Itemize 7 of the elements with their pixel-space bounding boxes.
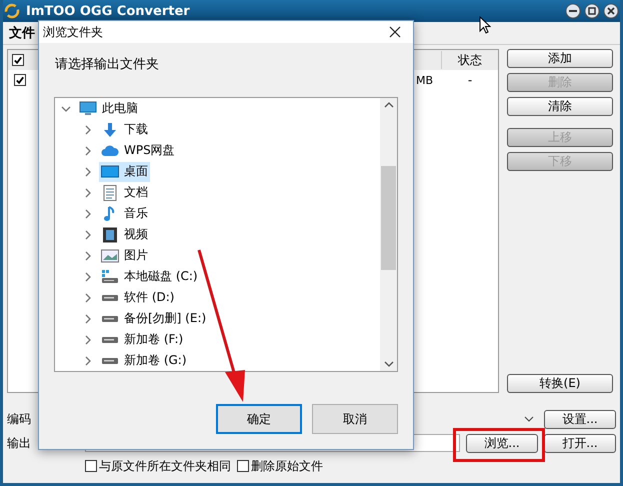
table-cell-text: -: [466, 73, 474, 87]
window-title: ImTOO OGG Converter: [26, 4, 190, 18]
table-cell-text: MB: [416, 74, 434, 86]
field-label: 编码: [7, 410, 32, 428]
field-label: 输出: [7, 434, 32, 452]
dialog-title: 浏览文件夹: [43, 24, 103, 40]
dialog-prompt: 请选择输出文件夹: [55, 56, 160, 74]
